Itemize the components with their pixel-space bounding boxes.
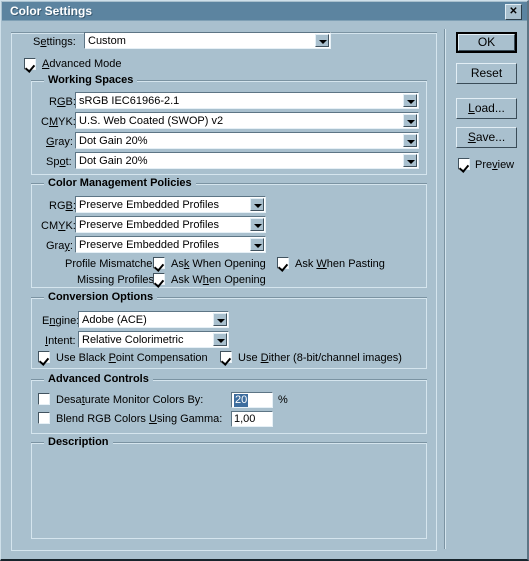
missing-profiles-ask-opening-checkbox[interactable] (153, 273, 165, 285)
blend-rgb-colors-checkbox[interactable] (38, 412, 50, 424)
desaturate-monitor-colors-checkbox[interactable] (38, 393, 50, 405)
working-spaces-gray-label: Gray: (46, 136, 73, 148)
settings-dropdown-value: Custom (88, 35, 126, 47)
chevron-down-icon (250, 238, 264, 251)
policies-cmyk-dropdown[interactable]: Preserve Embedded Profiles (75, 216, 266, 233)
conversion-options-title: Conversion Options (44, 291, 158, 303)
description-group: Description (31, 436, 427, 539)
engine-dropdown[interactable]: Adobe (ACE) (78, 311, 229, 328)
right-panel-divider (444, 29, 446, 549)
ok-button[interactable]: OK (456, 32, 517, 53)
desaturate-value: 20 (234, 394, 249, 407)
working-spaces-title: Working Spaces (44, 74, 138, 86)
load-button[interactable]: Load... (456, 98, 517, 119)
working-spaces-cmyk-value: U.S. Web Coated (SWOP) v2 (79, 115, 224, 127)
blend-gamma-input[interactable]: 1,00 (231, 411, 273, 427)
close-icon: ✕ (509, 6, 518, 17)
settings-label: Settings: (33, 36, 76, 48)
black-point-compensation-checkbox[interactable] (38, 351, 50, 363)
preview-label: Preview (475, 159, 515, 171)
advanced-controls-title: Advanced Controls (44, 373, 153, 385)
intent-dropdown[interactable]: Relative Colorimetric (78, 331, 229, 348)
profile-mismatch-ask-pasting-checkbox[interactable] (277, 257, 289, 269)
engine-label: Engine: (42, 315, 80, 327)
intent-label: Intent: (45, 335, 76, 347)
missing-profiles-label: Missing Profiles: (77, 274, 158, 286)
working-spaces-rgb-value: sRGB IEC61966-2.1 (79, 95, 180, 107)
description-title: Description (44, 436, 113, 448)
preview-checkbox[interactable] (458, 158, 470, 170)
profile-mismatch-ask-pasting-label: Ask When Pasting (295, 258, 385, 270)
chevron-down-icon (315, 34, 329, 47)
profile-mismatches-label: Profile Mismatches: (65, 258, 161, 270)
working-spaces-gray-dropdown[interactable]: Dot Gain 20% (75, 132, 419, 149)
engine-value: Adobe (ACE) (82, 314, 147, 326)
missing-profiles-ask-opening-label: Ask When Opening (171, 274, 266, 286)
use-dither-checkbox[interactable] (220, 351, 232, 363)
working-spaces-cmyk-label: CMYK: (41, 116, 76, 128)
color-settings-dialog: Color Settings ✕ Settings: Custom Advanc… (0, 0, 529, 561)
chevron-down-icon (403, 94, 417, 107)
black-point-compensation-label: Use Black Point Compensation (56, 352, 208, 364)
profile-mismatch-ask-opening-label: Ask When Opening (171, 258, 266, 270)
ok-button-label: OK (458, 34, 515, 51)
window-title: Color Settings (10, 4, 93, 18)
desaturate-monitor-colors-label: Desaturate Monitor Colors By: (56, 394, 204, 406)
title-bar: Color Settings ✕ (2, 2, 527, 21)
working-spaces-rgb-label: RGB: (49, 96, 76, 108)
color-management-policies-title: Color Management Policies (44, 177, 196, 189)
close-button[interactable]: ✕ (505, 4, 522, 20)
blend-gamma-value: 1,00 (234, 413, 256, 425)
policies-cmyk-label: CMYK: (41, 220, 76, 232)
policies-cmyk-value: Preserve Embedded Profiles (79, 219, 220, 231)
use-dither-label: Use Dither (8-bit/channel images) (238, 352, 402, 364)
policies-gray-label: Gray: (46, 240, 73, 252)
working-spaces-cmyk-dropdown[interactable]: U.S. Web Coated (SWOP) v2 (75, 112, 419, 129)
settings-dropdown[interactable]: Custom (84, 32, 331, 49)
chevron-down-icon (250, 198, 264, 211)
profile-mismatch-ask-opening-checkbox[interactable] (153, 257, 165, 269)
desaturate-value-input[interactable]: 20 (231, 392, 273, 408)
policies-rgb-dropdown[interactable]: Preserve Embedded Profiles (75, 196, 266, 213)
policies-rgb-label: RGB: (49, 200, 76, 212)
policies-rgb-value: Preserve Embedded Profiles (79, 199, 220, 211)
working-spaces-spot-value: Dot Gain 20% (79, 155, 148, 167)
save-button[interactable]: Save... (456, 127, 517, 148)
working-spaces-spot-label: Spot: (46, 156, 72, 168)
chevron-down-icon (213, 333, 227, 346)
percent-sign-label: % (278, 394, 288, 406)
chevron-down-icon (250, 218, 264, 231)
chevron-down-icon (213, 313, 227, 326)
working-spaces-rgb-dropdown[interactable]: sRGB IEC61966-2.1 (75, 92, 419, 109)
working-spaces-gray-value: Dot Gain 20% (79, 135, 148, 147)
chevron-down-icon (403, 134, 417, 147)
chevron-down-icon (403, 154, 417, 167)
policies-gray-value: Preserve Embedded Profiles (79, 239, 220, 251)
reset-button[interactable]: Reset (456, 63, 517, 84)
advanced-mode-checkbox[interactable] (24, 58, 36, 70)
policies-gray-dropdown[interactable]: Preserve Embedded Profiles (75, 236, 266, 253)
blend-rgb-colors-label: Blend RGB Colors Using Gamma: (56, 413, 223, 425)
advanced-mode-label: Advanced Mode (42, 58, 122, 70)
working-spaces-spot-dropdown[interactable]: Dot Gain 20% (75, 152, 419, 169)
intent-value: Relative Colorimetric (82, 334, 184, 346)
chevron-down-icon (403, 114, 417, 127)
